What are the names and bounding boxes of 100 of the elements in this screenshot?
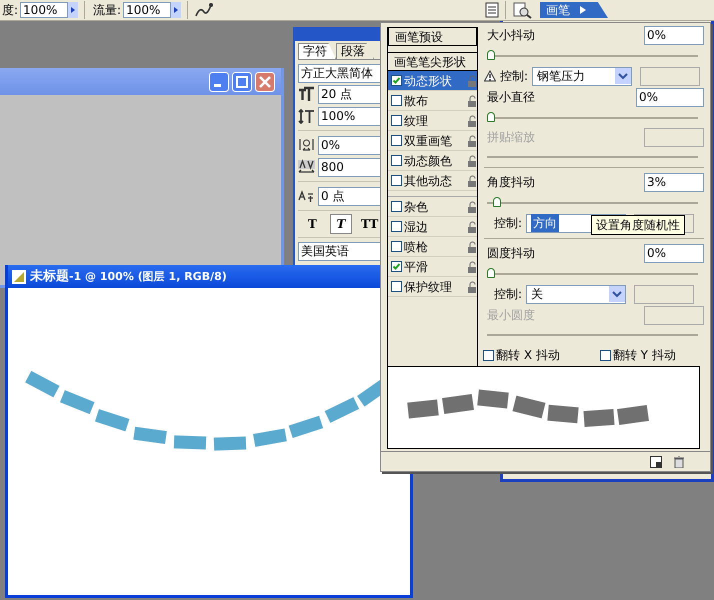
option-label: 其他动态 (404, 172, 453, 190)
brushes-tab[interactable]: 画笔 (540, 2, 608, 18)
lock-icon[interactable] (467, 240, 477, 252)
lock-icon[interactable] (467, 280, 477, 292)
opacity-field[interactable]: 100% (20, 2, 68, 18)
control-label: 控制: (494, 215, 522, 232)
flow-field[interactable]: 100% (123, 2, 172, 18)
arrow-icon[interactable] (580, 5, 586, 15)
lock-icon[interactable] (467, 114, 477, 126)
tracking-icon (298, 159, 315, 175)
brush-presets-button[interactable]: 画笔预设 (388, 27, 477, 46)
checkbox[interactable] (483, 350, 494, 360)
brush-option-item[interactable]: 杂色 (388, 197, 477, 217)
brush-option-item[interactable]: 湿边 (388, 217, 477, 237)
setting-label: 角度抖动 (487, 174, 535, 191)
brush-option-item[interactable]: 纹理 (388, 111, 477, 131)
setting-label: 最小圆度 (487, 307, 535, 324)
option-label: 杂色 (404, 198, 429, 216)
value-field[interactable]: 0% (644, 244, 704, 262)
brush-option-item[interactable]: 散布 (388, 91, 477, 111)
setting-label: 大小抖动 (487, 27, 535, 44)
text-style-button[interactable]: T (330, 214, 352, 234)
control-label: 控制: (494, 286, 522, 303)
checkbox-label: 翻转 Y 抖动 (612, 347, 676, 364)
text-style-button[interactable]: T (301, 214, 324, 234)
value-field[interactable]: 0% (644, 26, 704, 44)
lock-icon[interactable] (467, 220, 477, 232)
control-label: 控制: (500, 68, 528, 85)
trash-icon[interactable] (674, 456, 684, 468)
lock-icon[interactable] (467, 260, 477, 272)
checkbox[interactable] (391, 155, 402, 166)
checkbox[interactable] (391, 75, 402, 86)
document-icon[interactable] (485, 2, 499, 18)
brush-option-item[interactable]: 平滑 (388, 257, 477, 277)
value-field[interactable] (640, 66, 700, 86)
new-brush-icon[interactable] (650, 456, 662, 468)
lock-icon[interactable] (467, 94, 477, 106)
checkbox[interactable] (391, 221, 402, 232)
checkbox[interactable] (391, 281, 402, 292)
slider-thumb[interactable] (487, 50, 495, 60)
brush-option-item[interactable]: 双重画笔 (388, 131, 477, 151)
baseline-shift-icon (298, 188, 315, 204)
checkbox[interactable] (600, 350, 611, 360)
document-icon (12, 270, 26, 284)
text-style-button[interactable]: TT (358, 214, 381, 234)
maximize-icon[interactable] (232, 72, 252, 92)
airbrush-icon[interactable] (194, 2, 214, 18)
caret-icon (609, 286, 626, 302)
setting-label: 最小直径 (487, 89, 535, 106)
brush-option-item[interactable]: 保护纹理 (388, 277, 477, 297)
checkbox[interactable] (391, 135, 402, 146)
opacity-label: 度: (1, 2, 20, 19)
value-field[interactable] (644, 306, 704, 324)
value-field[interactable]: 0% (636, 88, 704, 106)
value-field[interactable] (634, 284, 694, 304)
option-label: 保护纹理 (404, 278, 453, 296)
checkbox[interactable] (391, 115, 402, 126)
option-label: 喷枪 (404, 238, 429, 256)
slider-thumb[interactable] (487, 112, 495, 122)
lock-icon[interactable] (467, 134, 477, 146)
vertical-scale-icon (298, 108, 315, 124)
control-dropdown[interactable]: 钢笔压力 (532, 66, 632, 86)
panel-tab[interactable]: 字符 (298, 43, 336, 59)
brush-option-item[interactable]: 喷枪 (388, 237, 477, 257)
minimize-icon[interactable] (209, 72, 229, 92)
brush-option-item[interactable]: 动态形状 (388, 71, 477, 91)
slider-thumb[interactable] (487, 268, 495, 278)
close-icon[interactable] (255, 72, 275, 92)
brush-option-item[interactable]: 动态颜色 (388, 151, 477, 171)
setting-label: 拼贴缩放 (487, 129, 535, 146)
option-label: 动态形状 (404, 72, 453, 90)
checkbox[interactable] (391, 175, 402, 186)
checkbox-label: 翻转 X 抖动 (496, 347, 560, 364)
font-size-icon (298, 86, 315, 102)
tsume-icon (298, 137, 315, 153)
option-label: 平滑 (404, 258, 429, 276)
caret-icon (615, 68, 632, 84)
tooltip: 设置角度随机性 (591, 215, 685, 235)
checkbox[interactable] (391, 261, 402, 272)
option-label: 双重画笔 (404, 132, 453, 150)
window-title: 未标题-1 @ 100% (图层 1, RGB/8) (30, 268, 227, 286)
option-label: 纹理 (404, 112, 429, 130)
panel-tab[interactable]: 段落 (336, 43, 374, 59)
option-label: 散布 (404, 92, 429, 110)
lock-icon[interactable] (467, 200, 477, 212)
checkbox[interactable] (391, 241, 402, 252)
checkbox[interactable] (391, 201, 402, 212)
flow-label: 流量: (92, 2, 122, 19)
value-field[interactable]: 3% (644, 172, 704, 192)
brush-option-item[interactable]: 其他动态 (388, 171, 477, 191)
lock-icon[interactable] (467, 154, 477, 166)
control-dropdown[interactable]: 关 (526, 284, 626, 304)
slider-thumb[interactable] (493, 197, 502, 207)
checkbox[interactable] (391, 95, 402, 106)
value-field[interactable] (644, 128, 704, 146)
option-label: 湿边 (404, 218, 429, 236)
setting-label: 圆度抖动 (487, 245, 535, 262)
lock-icon[interactable] (467, 174, 477, 186)
magnifier-icon[interactable] (512, 1, 532, 19)
option-label: 动态颜色 (404, 152, 453, 170)
